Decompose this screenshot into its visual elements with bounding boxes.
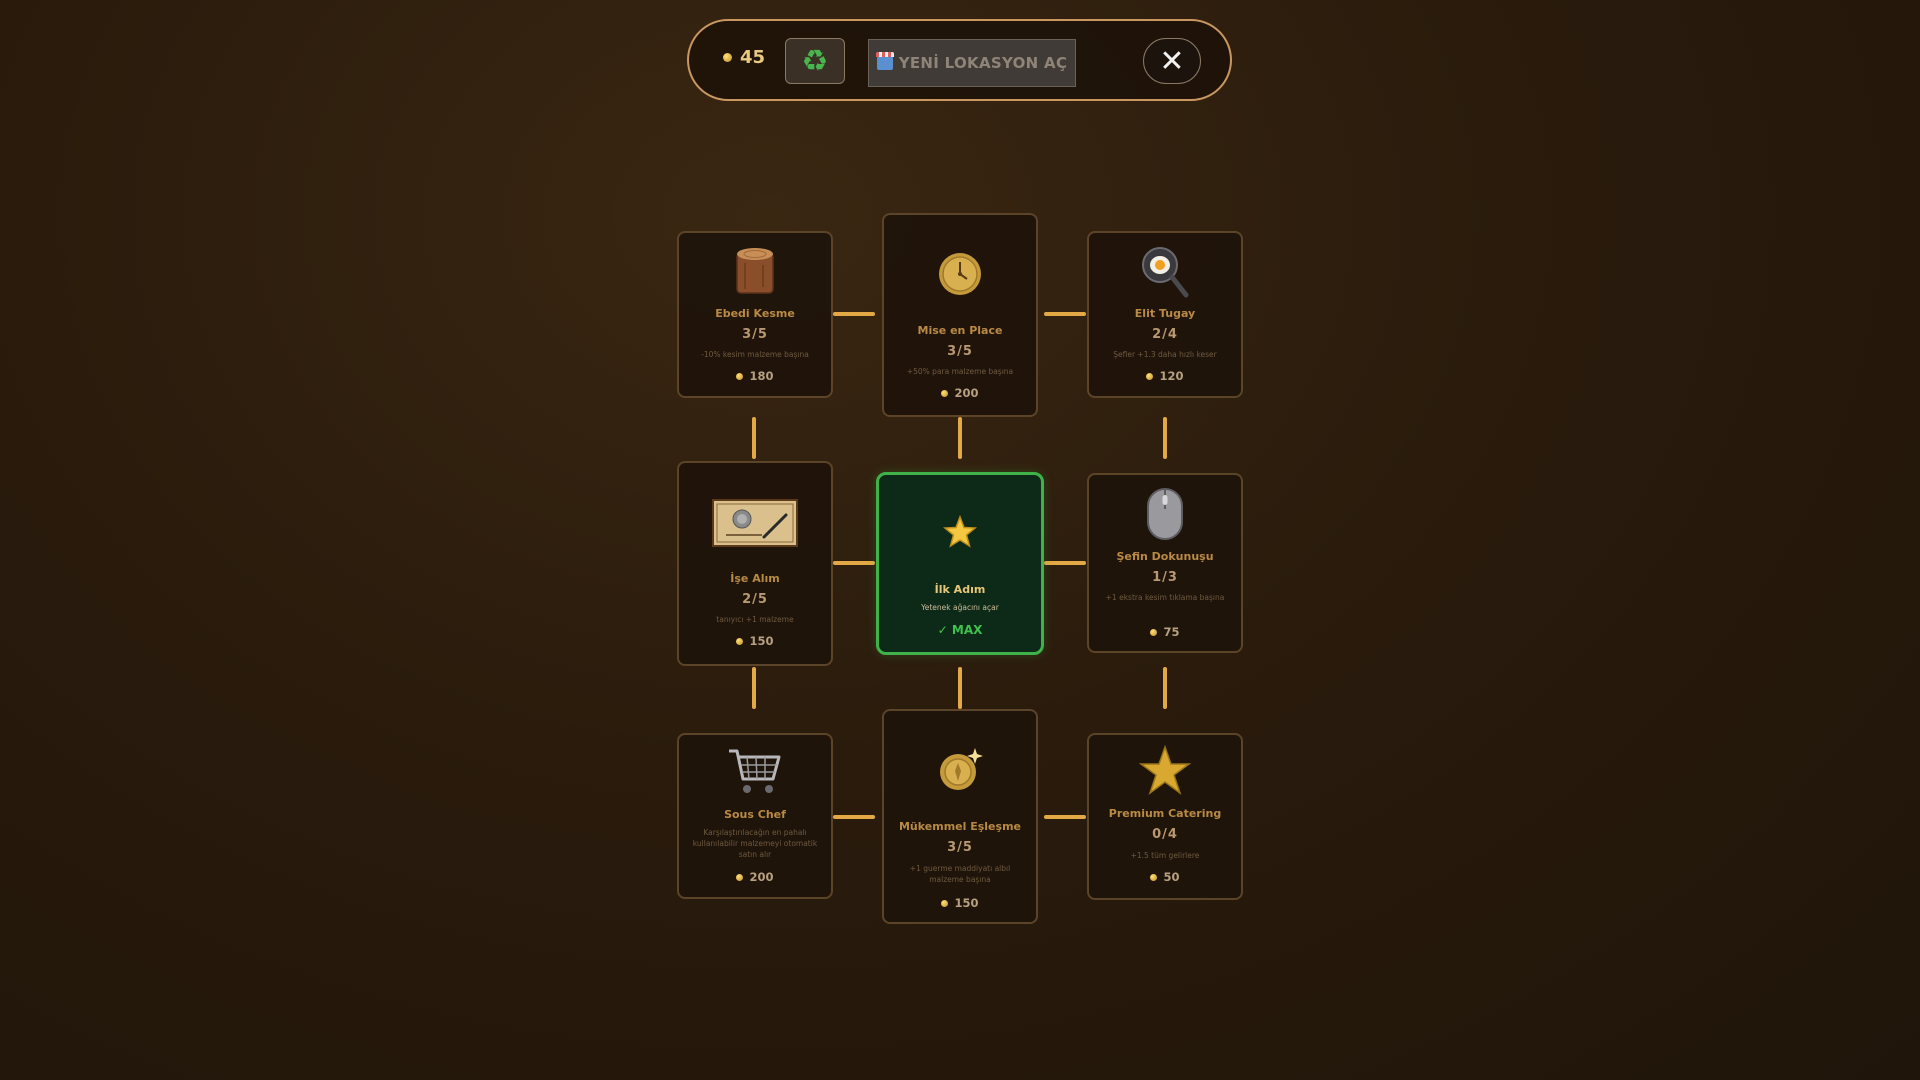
skill-description: Şefler +1.3 daha hızlı keser [1113,350,1217,359]
skill-cost: 180 [679,369,831,383]
coin-counter: 45 [723,47,765,68]
skill-cost-value: 150 [954,896,979,910]
skill-cost-value: 200 [954,386,979,400]
skill-level: 3/5 [947,344,973,359]
new-location-button[interactable]: YENİ LOKASYON AÇ [868,39,1076,87]
log-icon [733,245,777,297]
skill-cost-value: 50 [1163,870,1180,884]
skill-level: 3/5 [742,327,768,342]
contract-icon [712,499,798,547]
skill-description: +50% para malzeme başına [906,367,1014,376]
connector [752,667,756,709]
skill-card-sefin-dokunusu[interactable]: Şefin Dokunuşu 1/3 +1 ekstra kesim tıkla… [1087,473,1243,653]
connector [833,815,875,819]
skill-level: 0/4 [1152,827,1178,842]
star-icon [943,515,977,549]
skill-card-ise-alim[interactable]: İşe Alım 2/5 tanıyıcı +1 malzeme 150 [677,461,833,666]
shop-icon [875,52,894,70]
recycle-icon: ♻ [801,43,829,79]
top-bar: 45 ♻ YENİ LOKASYON AÇ ✕ [687,19,1232,101]
connector [833,561,875,565]
skill-name: Mise en Place [917,324,1003,337]
coin-icon [941,389,949,397]
skill-name: Elit Tugay [1134,307,1196,320]
clock-icon [937,251,983,297]
skill-cost-value: 120 [1159,369,1184,383]
skill-cost-value: 150 [749,634,774,648]
skill-card-sous-chef[interactable]: Sous Chef Karşılaştırılacağın en pahalı … [677,733,833,899]
coin-count: 45 [740,47,766,68]
skill-cost: 75 [1089,625,1241,639]
skill-card-premium-catering[interactable]: Premium Catering 0/4 +1.5 tüm gelirlere … [1087,733,1243,900]
recycle-button[interactable]: ♻ [785,38,845,84]
skill-card-mise-en-place[interactable]: Mise en Place 3/5 +50% para malzeme başı… [882,213,1038,417]
skill-cost-value: 180 [749,369,774,383]
coin-icon [736,873,744,881]
connector [752,417,756,459]
skill-name: Premium Catering [1108,807,1222,820]
skill-level: 1/3 [1152,570,1178,585]
close-icon: ✕ [1159,43,1185,79]
skill-name: Ebedi Kesme [715,307,795,320]
coin-icon [941,899,949,907]
connector [958,417,962,459]
coin-icon [1150,873,1158,881]
connector [1163,417,1167,459]
skill-cost: 150 [884,896,1036,910]
skill-description: -10% kesim malzeme başına [701,350,809,359]
skill-cost: 150 [679,634,831,648]
skill-level: 3/5 [947,840,973,855]
connector [958,667,962,709]
connector [1163,667,1167,709]
skill-name: Sous Chef [724,808,786,821]
sparkling-coin-icon [935,745,985,795]
skill-card-ilk-adim[interactable]: İlk Adım Yetenek ağacını açar ✓ MAX [876,472,1044,655]
skill-cost: 120 [1089,369,1241,383]
max-badge: ✓ MAX [937,623,983,637]
skill-card-mukemmel-eslesme[interactable]: Mükemmel Eşleşme 3/5 +1 guerme maddiyatı… [882,709,1038,924]
skill-name: Mükemmel Eşleşme [898,820,1021,833]
skill-description: +1 ekstra kesim tıklama başına [1105,593,1225,602]
connector [1044,312,1086,316]
mouse-icon [1146,487,1184,541]
skill-description: Yetenek ağacını açar [921,603,999,612]
skill-cost: 200 [884,386,1036,400]
skill-cost-value: 75 [1163,625,1180,639]
skill-cost: 200 [679,870,831,884]
frying-pan-icon [1140,245,1190,299]
close-button[interactable]: ✕ [1143,38,1201,84]
connector [833,312,875,316]
skill-card-elit-tugay[interactable]: Elit Tugay 2/4 Şefler +1.3 daha hızlı ke… [1087,231,1243,398]
skill-name: Şefin Dokunuşu [1116,550,1214,563]
skill-description: tanıyıcı +1 malzeme [716,615,794,624]
skill-cost: 50 [1089,870,1241,884]
skill-description: +1.5 tüm gelirlere [1130,851,1200,860]
coin-icon [723,53,732,62]
skill-name: İlk Adım [934,583,986,596]
connector [1044,561,1086,565]
skill-name: İşe Alım [730,572,780,585]
skill-description: +1 guerme maddiyatı albıl malzeme başına [909,864,1011,884]
skill-card-ebedi-kesme[interactable]: Ebedi Kesme 3/5 -10% kesim malzeme başın… [677,231,833,398]
coin-icon [1146,372,1154,380]
connector [1044,815,1086,819]
coin-icon [736,372,744,380]
gold-star-icon [1137,745,1193,799]
skill-level: 2/4 [1152,327,1178,342]
skill-description: Karşılaştırılacağın en pahalı kullanılab… [692,828,818,859]
new-location-label: YENİ LOKASYON AÇ [898,54,1068,72]
coin-icon [736,637,744,645]
shopping-cart-icon [727,745,783,797]
skill-cost-value: 200 [749,870,774,884]
skill-level: 2/5 [742,592,768,607]
coin-icon [1150,628,1158,636]
